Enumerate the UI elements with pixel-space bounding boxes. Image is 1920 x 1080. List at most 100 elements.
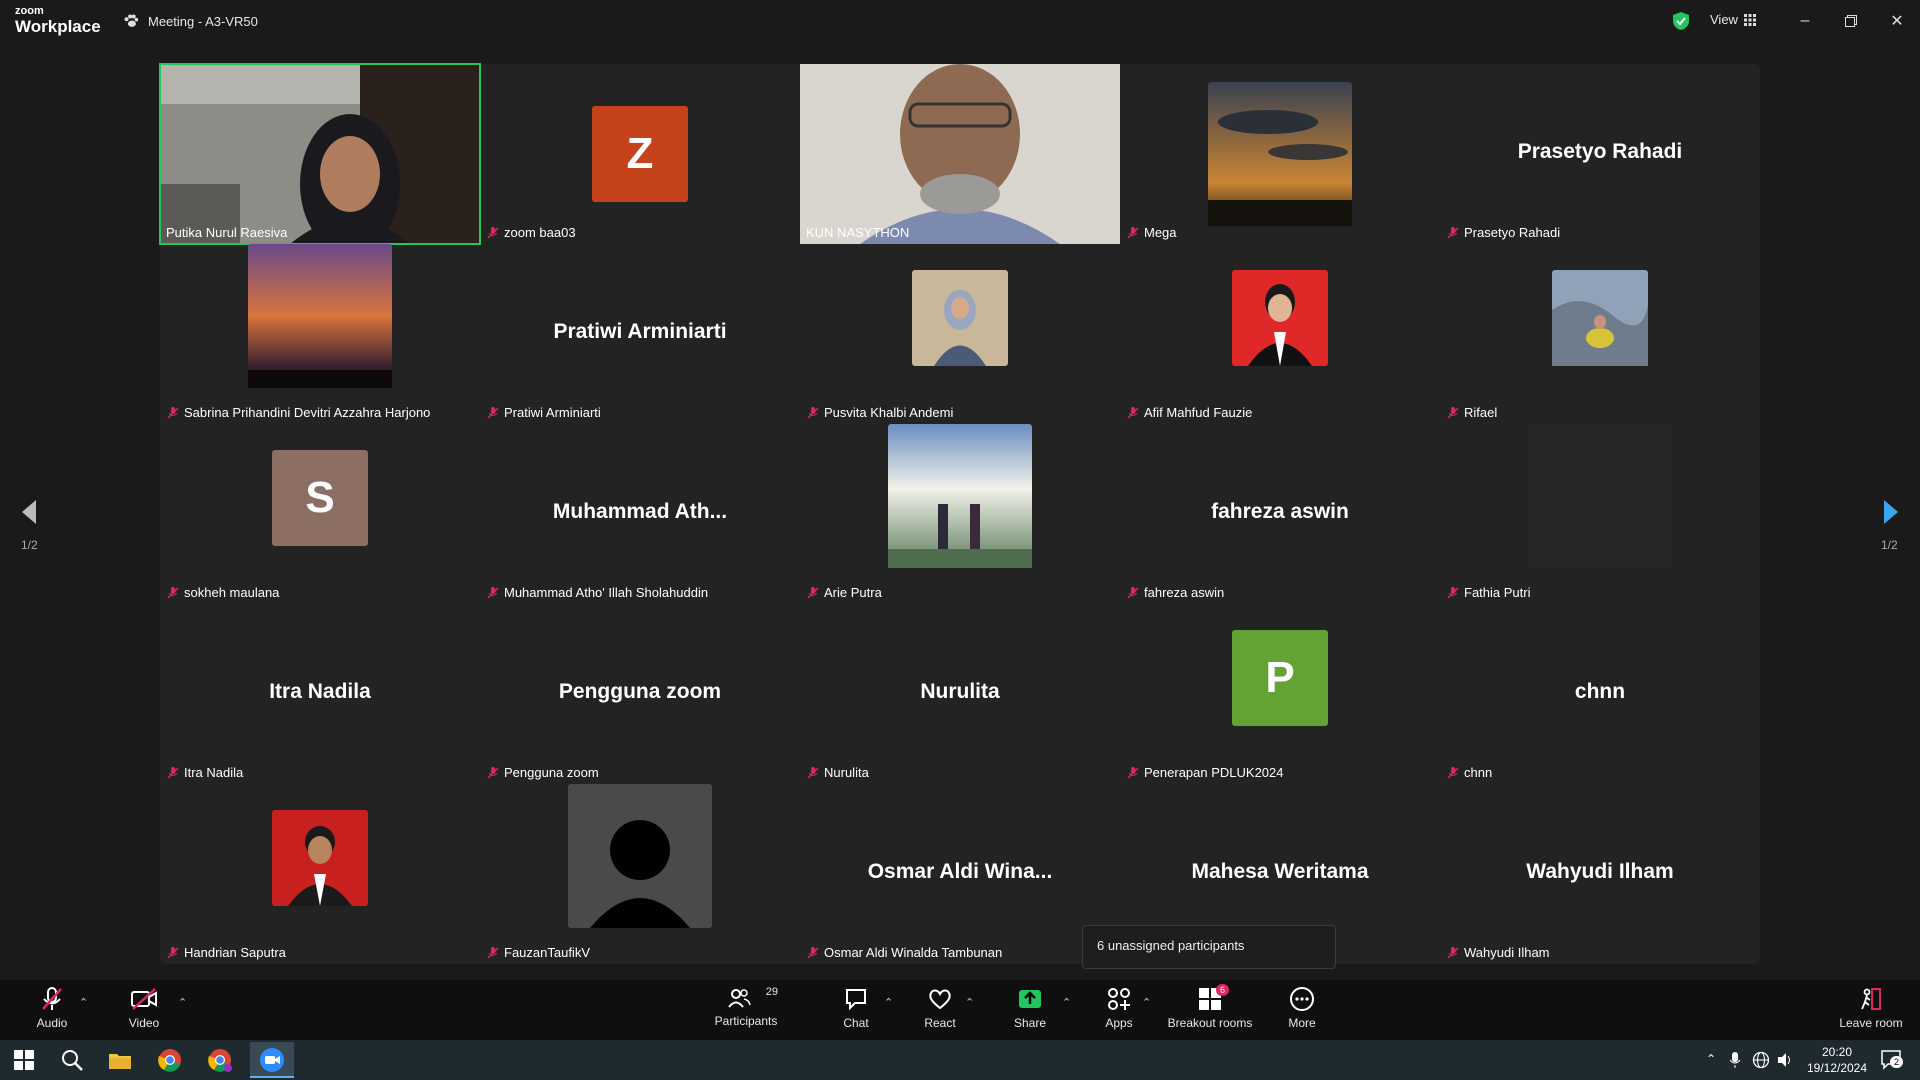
participant-name: chnn xyxy=(1446,765,1492,780)
search-icon[interactable] xyxy=(58,1046,86,1074)
participant-tile[interactable]: chnn chnn xyxy=(1440,604,1760,784)
participant-tile[interactable]: Mega xyxy=(1120,64,1440,244)
zoom-taskbar-item[interactable] xyxy=(250,1042,294,1078)
chrome-profile-icon[interactable] xyxy=(206,1046,234,1074)
participants-button[interactable]: 29 Participants xyxy=(714,986,778,1028)
participant-tile[interactable]: Rifael xyxy=(1440,244,1760,424)
page-indicator-right: 1/2 xyxy=(1881,538,1898,552)
view-label: View xyxy=(1710,12,1738,27)
meeting-title[interactable]: Meeting - A3-VR50 xyxy=(122,12,258,30)
mic-muted-icon xyxy=(1447,406,1459,419)
participant-video xyxy=(160,64,480,254)
audio-button[interactable]: Audio xyxy=(36,986,68,1030)
leave-room-button[interactable]: Leave room xyxy=(1836,986,1906,1030)
participant-tile[interactable]: Fathia Putri xyxy=(1440,424,1760,604)
participant-tile[interactable]: Pusvita Khalbi Andemi xyxy=(800,244,1120,424)
participant-display-name: Muhammad Ath... xyxy=(552,500,728,523)
tray-overflow-chevron-icon[interactable]: ⌃ xyxy=(1706,1052,1716,1066)
apps-options-chevron-icon[interactable]: ⌃ xyxy=(1142,996,1151,1009)
participant-tile[interactable]: Pratiwi Arminiarti Pratiwi Arminiarti xyxy=(480,244,800,424)
mic-muted-icon xyxy=(1127,766,1139,779)
file-explorer-icon[interactable] xyxy=(106,1046,134,1074)
participant-tile[interactable]: KUN NASYTHON xyxy=(800,64,1120,244)
participant-tile[interactable]: FauzanTaufikV xyxy=(480,784,800,964)
share-options-chevron-icon[interactable]: ⌃ xyxy=(1062,996,1071,1009)
react-label: React xyxy=(924,1016,956,1030)
participant-tile[interactable]: S sokheh maulana xyxy=(160,424,480,604)
zoom-app-icon xyxy=(260,1048,284,1072)
participant-name: Sabrina Prihandini Devitri Azzahra Harjo… xyxy=(166,405,430,420)
zoom-logo: zoom Workplace xyxy=(15,6,101,36)
previous-page-icon[interactable] xyxy=(14,497,44,527)
globe-icon[interactable] xyxy=(1752,1051,1770,1069)
react-button[interactable]: React xyxy=(920,986,960,1030)
volume-icon[interactable] xyxy=(1776,1051,1794,1069)
participant-tile[interactable]: Putika Nurul Raesiva xyxy=(159,63,481,254)
participant-name: fahreza aswin xyxy=(1126,585,1224,600)
breakout-rooms-button[interactable]: 6 Breakout rooms xyxy=(1164,984,1256,1030)
leave-icon xyxy=(1861,988,1881,1010)
avatar-silhouette-icon xyxy=(568,784,712,928)
more-label: More xyxy=(1288,1016,1316,1030)
windows-start-icon[interactable] xyxy=(10,1046,38,1074)
os-taskbar: ⌃ 20:20 19/12/2024 2 xyxy=(0,1040,1920,1080)
avatar-photo xyxy=(1552,270,1648,366)
chat-button[interactable]: Chat xyxy=(836,986,876,1030)
notifications-button[interactable]: 2 xyxy=(1880,1048,1904,1070)
participant-name: Penerapan PDLUK2024 xyxy=(1126,765,1284,780)
encryption-shield-icon[interactable] xyxy=(1671,11,1691,31)
avatar-sunset-photo xyxy=(1208,82,1352,226)
participant-tile[interactable]: P Penerapan PDLUK2024 xyxy=(1120,604,1440,784)
clock-date: 19/12/2024 xyxy=(1806,1061,1868,1075)
participant-name: Afif Mahfud Fauzie xyxy=(1126,405,1252,420)
participant-tile[interactable]: Pengguna zoom Pengguna zoom xyxy=(480,604,800,784)
microphone-tray-icon[interactable] xyxy=(1728,1051,1742,1069)
mic-muted-icon xyxy=(807,946,819,959)
participant-display-name: Pratiwi Arminiarti xyxy=(553,320,727,343)
participant-tile[interactable]: Nurulita Nurulita xyxy=(800,604,1120,784)
next-page-icon[interactable] xyxy=(1876,497,1906,527)
avatar: Z xyxy=(592,106,688,202)
participant-tile[interactable]: Osmar Aldi Wina... Osmar Aldi Winalda Ta… xyxy=(800,784,1120,964)
participant-tile[interactable]: Wahyudi Ilham Wahyudi Ilham xyxy=(1440,784,1760,964)
mic-muted-icon xyxy=(807,406,819,419)
apps-label: Apps xyxy=(1105,1016,1133,1030)
mic-muted-icon xyxy=(42,987,62,1010)
participant-tile[interactable]: Handrian Saputra xyxy=(160,784,480,964)
close-icon[interactable]: ✕ xyxy=(1882,8,1912,34)
participant-name: Pusvita Khalbi Andemi xyxy=(806,405,953,420)
react-options-chevron-icon[interactable]: ⌃ xyxy=(965,996,974,1009)
more-button[interactable]: More xyxy=(1282,986,1322,1030)
minimize-icon[interactable]: – xyxy=(1790,8,1820,34)
participant-name: Osmar Aldi Winalda Tambunan xyxy=(806,945,1002,960)
participant-tile[interactable]: Z zoom baa03 xyxy=(480,64,800,244)
page-indicator-left: 1/2 xyxy=(21,538,38,552)
participant-name: Nurulita xyxy=(806,765,869,780)
participant-tile[interactable]: Muhammad Ath... Muhammad Atho' Illah Sho… xyxy=(480,424,800,604)
chrome-icon[interactable] xyxy=(156,1046,184,1074)
participant-tile[interactable]: Afif Mahfud Fauzie xyxy=(1120,244,1440,424)
participant-name: Pratiwi Arminiarti xyxy=(486,405,601,420)
participant-tile[interactable]: fahreza aswin fahreza aswin xyxy=(1120,424,1440,604)
apps-icon xyxy=(1108,988,1130,1010)
mic-muted-icon xyxy=(1447,586,1459,599)
participant-display-name: Mahesa Weritama xyxy=(1191,860,1369,883)
participant-tile[interactable]: Arie Putra xyxy=(800,424,1120,604)
view-button[interactable]: View xyxy=(1710,12,1756,27)
restore-icon[interactable] xyxy=(1836,8,1866,34)
clock[interactable]: 20:20 19/12/2024 xyxy=(1806,1044,1868,1076)
gallery-view: Putika Nurul Raesiva Z zoom baa03 KUN NA… xyxy=(159,63,1760,964)
participant-display-name: fahreza aswin xyxy=(1211,500,1349,523)
audio-options-chevron-icon[interactable]: ⌃ xyxy=(79,996,88,1009)
video-button[interactable]: Video xyxy=(128,986,160,1030)
participant-tile[interactable]: Itra Nadila Itra Nadila xyxy=(160,604,480,784)
participant-name: zoom baa03 xyxy=(486,225,576,240)
apps-button[interactable]: Apps xyxy=(1102,986,1136,1030)
video-options-chevron-icon[interactable]: ⌃ xyxy=(178,996,187,1009)
breakout-badge: 6 xyxy=(1216,984,1230,996)
share-button[interactable]: Share xyxy=(1010,986,1050,1030)
participant-name: Pengguna zoom xyxy=(486,765,599,780)
participant-tile[interactable]: Sabrina Prihandini Devitri Azzahra Harjo… xyxy=(160,244,480,424)
chat-options-chevron-icon[interactable]: ⌃ xyxy=(884,996,893,1009)
participant-tile[interactable]: Prasetyo Rahadi Prasetyo Rahadi xyxy=(1440,64,1760,244)
